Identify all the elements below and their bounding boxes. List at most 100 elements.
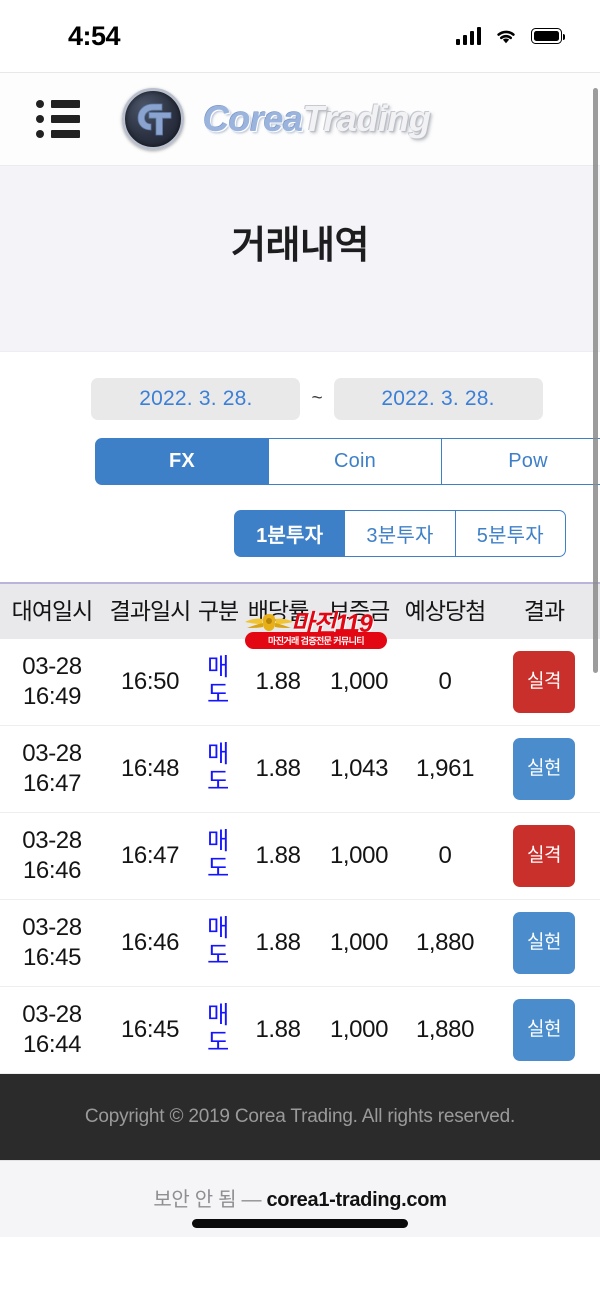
status-badge[interactable]: 실 현 xyxy=(513,912,575,975)
browser-bottom-bar: 보안 안 됨 — corea1-trading.com xyxy=(0,1160,600,1238)
date-range-row: 2022. 3. 28. ~ 2022. 3. 28. xyxy=(0,378,600,420)
table-row[interactable]: 03-28 16:47 16:48 매 도 1.88 1,043 1,961 실 xyxy=(0,725,600,814)
tab-3min[interactable]: 3분투자 xyxy=(345,510,456,557)
lend-time: 16:44 xyxy=(22,1031,82,1059)
cellular-signal-icon xyxy=(455,27,481,45)
tab-1min[interactable]: 1분투자 xyxy=(234,510,346,557)
cell-type: 매 도 xyxy=(196,986,240,1075)
cell-result-time: 16:46 xyxy=(104,899,196,988)
cell-result-time: 16:50 xyxy=(104,639,196,727)
filter-section: 2022. 3. 28. ~ 2022. 3. 28. FX Coin Pow … xyxy=(0,352,600,557)
mobile-browser-screen: 4:54 CoreaTrading 거래내역 2022. 3. 28. ~ 20… xyxy=(0,0,600,1298)
table-row[interactable]: 03-28 16:49 16:50 매 도 1.88 1,000 0 실 격 xyxy=(0,639,600,727)
cell-deposit: 1,043 xyxy=(316,725,402,814)
site-footer: Copyright © 2019 Corea Trading. All righ… xyxy=(0,1074,600,1161)
tab-fx[interactable]: FX xyxy=(95,438,269,485)
status-badge[interactable]: 실 격 xyxy=(513,825,575,888)
cell-deposit: 1,000 xyxy=(316,639,402,727)
cell-deposit: 1,000 xyxy=(316,812,402,901)
ios-status-bar: 4:54 xyxy=(0,0,600,72)
cell-result: 실 현 xyxy=(488,725,600,814)
hamburger-menu-button[interactable] xyxy=(26,88,88,150)
th-type: 구분 xyxy=(196,581,240,640)
lend-date: 03-28 xyxy=(22,914,82,942)
brand-wordmark: CoreaTrading xyxy=(203,98,431,140)
page-title-band: 거래내역 xyxy=(0,166,600,352)
address-bar[interactable]: 보안 안 됨 — corea1-trading.com xyxy=(153,1183,447,1212)
status-time: 4:54 xyxy=(68,20,121,51)
cell-expected: 1,880 xyxy=(402,899,488,988)
battery-icon xyxy=(531,28,565,44)
cell-result: 실 현 xyxy=(488,986,600,1075)
cell-lend-datetime: 03-28 16:47 xyxy=(0,725,104,814)
market-tab-group: FX Coin Pow xyxy=(95,438,600,485)
table-row[interactable]: 03-28 16:46 16:47 매 도 1.88 1,000 0 실 격 xyxy=(0,812,600,901)
transaction-table: 대여일시 결과일시 구분 배당률 보증금 예상당첨 결과 03-28 16:49… xyxy=(0,581,600,1075)
cell-expected: 0 xyxy=(402,639,488,727)
lend-date: 03-28 xyxy=(22,1001,82,1029)
th-lend-datetime: 대여일시 xyxy=(0,581,104,640)
cell-lend-datetime: 03-28 16:49 xyxy=(0,639,104,727)
insecure-label: 보안 안 됨 — xyxy=(153,1189,262,1212)
cell-deposit: 1,000 xyxy=(316,899,402,988)
transaction-table-wrapper: 대여일시 결과일시 구분 배당률 보증금 예상당첨 결과 03-28 16:49… xyxy=(0,581,600,1075)
cell-result: 실 격 xyxy=(488,812,600,901)
copyright-text: Copyright © 2019 Corea Trading. All righ… xyxy=(84,1106,516,1128)
cell-result: 실 현 xyxy=(488,899,600,988)
brand-word-corea: Corea xyxy=(203,98,303,139)
cell-deposit: 1,000 xyxy=(316,986,402,1075)
home-indicator xyxy=(192,1219,408,1229)
cell-rate: 1.88 xyxy=(240,899,316,988)
vertical-scrollbar[interactable] xyxy=(593,88,598,673)
brand-logo[interactable]: CoreaTrading xyxy=(122,88,431,150)
lend-time: 16:46 xyxy=(22,857,82,885)
th-deposit: 보증금 xyxy=(316,581,402,640)
brand-word-trading: Trading xyxy=(302,98,431,139)
wifi-icon xyxy=(497,30,515,44)
lend-time: 16:45 xyxy=(22,944,82,972)
interval-tab-group: 1분투자 3분투자 5분투자 xyxy=(234,510,566,557)
table-row[interactable]: 03-28 16:45 16:46 매 도 1.88 1,000 1,880 실 xyxy=(0,899,600,988)
tab-coin[interactable]: Coin xyxy=(269,438,442,485)
cell-rate: 1.88 xyxy=(240,639,316,727)
cell-expected: 1,880 xyxy=(402,986,488,1075)
th-result: 결과 xyxy=(488,581,600,640)
th-expected-win: 예상당첨 xyxy=(402,581,488,640)
lend-date: 03-28 xyxy=(22,653,82,681)
lend-date: 03-28 xyxy=(22,827,82,855)
table-body: 03-28 16:49 16:50 매 도 1.88 1,000 0 실 격 0… xyxy=(0,639,600,1075)
status-badge[interactable]: 실 격 xyxy=(513,651,575,714)
lend-date: 03-28 xyxy=(22,740,82,768)
cell-lend-datetime: 03-28 16:46 xyxy=(0,812,104,901)
cell-type: 매 도 xyxy=(196,639,240,727)
date-to-input[interactable]: 2022. 3. 28. xyxy=(333,378,543,420)
cell-lend-datetime: 03-28 16:44 xyxy=(0,986,104,1075)
list-menu-icon xyxy=(36,100,88,108)
cell-result-time: 16:45 xyxy=(104,986,196,1075)
date-from-input[interactable]: 2022. 3. 28. xyxy=(91,378,301,420)
cell-result-time: 16:47 xyxy=(104,812,196,901)
cell-type: 매 도 xyxy=(196,899,240,988)
tab-powerball[interactable]: Pow xyxy=(442,438,600,485)
table-row[interactable]: 03-28 16:44 16:45 매 도 1.88 1,000 1,880 실 xyxy=(0,986,600,1075)
th-result-datetime: 결과일시 xyxy=(104,581,196,640)
lend-time: 16:47 xyxy=(22,770,82,798)
cell-rate: 1.88 xyxy=(240,986,316,1075)
cell-rate: 1.88 xyxy=(240,725,316,814)
lend-time: 16:49 xyxy=(22,683,82,711)
status-icon-group xyxy=(455,27,565,45)
site-header: CoreaTrading xyxy=(0,72,600,166)
table-header-row: 대여일시 결과일시 구분 배당률 보증금 예상당첨 결과 xyxy=(0,581,600,640)
cell-result: 실 격 xyxy=(488,639,600,727)
date-range-separator: ~ xyxy=(311,388,323,409)
ct-monogram-logo-icon xyxy=(122,88,184,150)
cell-type: 매 도 xyxy=(196,725,240,814)
page-title: 거래내역 xyxy=(231,225,369,267)
cell-type: 매 도 xyxy=(196,812,240,901)
status-badge[interactable]: 실 현 xyxy=(513,738,575,801)
cell-result-time: 16:48 xyxy=(104,725,196,814)
cell-expected: 1,961 xyxy=(402,725,488,814)
status-badge[interactable]: 실 현 xyxy=(513,999,575,1062)
table-header: 대여일시 결과일시 구분 배당률 보증금 예상당첨 결과 xyxy=(0,581,600,640)
tab-5min[interactable]: 5분투자 xyxy=(455,510,566,557)
